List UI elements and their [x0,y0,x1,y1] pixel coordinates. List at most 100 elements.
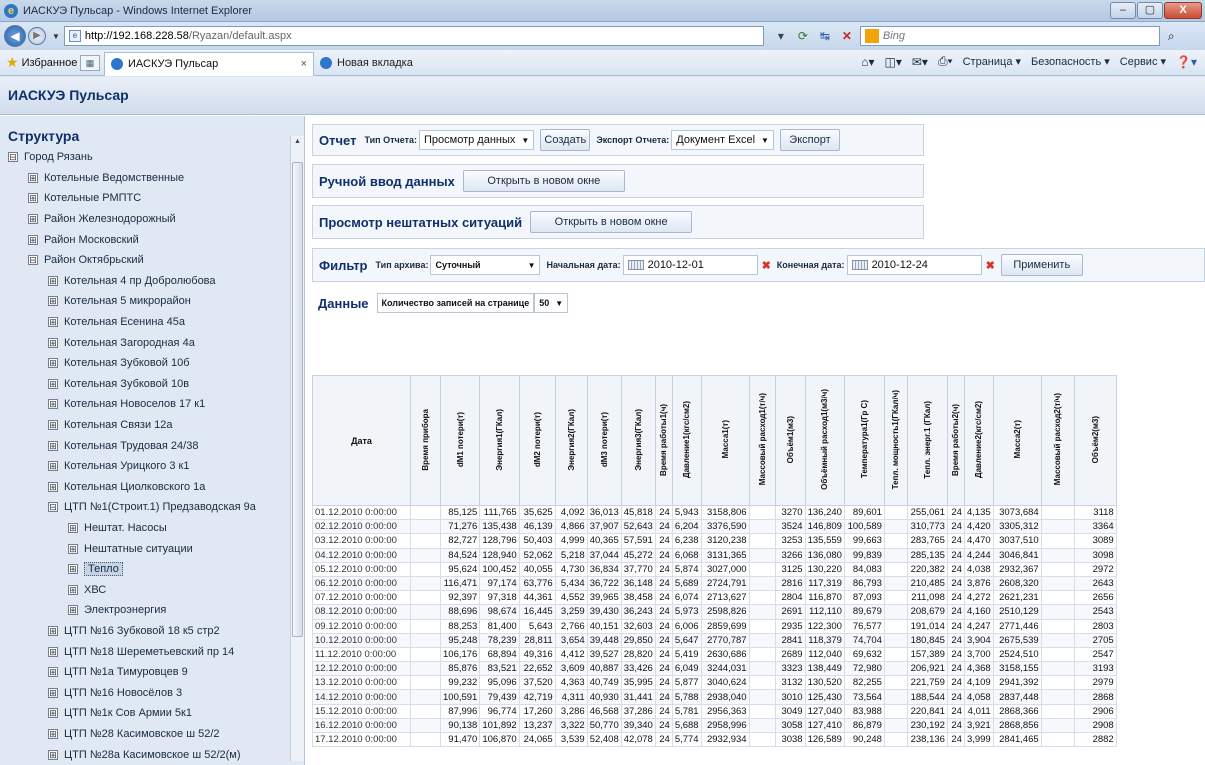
tree-item[interactable]: ⊟ Район Октябрьский [0,250,304,271]
per-page-select[interactable]: 50 ▼ [534,293,569,313]
back-button[interactable]: ◀ [4,25,26,47]
tree-item[interactable]: ⊞ Нештатные ситуации [0,538,304,559]
tree-item[interactable]: ⊞ ЦТП №18 Шереметьевский пр 14 [0,641,304,662]
column-header[interactable]: dM3 потери(т) [586,375,622,506]
tree-item[interactable]: ⊞ Район Московский [0,229,304,250]
tree-item[interactable]: ⊞ Котельная Зубковой 10в [0,374,304,395]
expand-icon[interactable]: ⊞ [48,296,58,307]
tree-item[interactable]: ⊞ ЦТП №16 Зубковой 18 к5 стр2 [0,621,304,642]
apply-button[interactable]: Применить [1000,254,1083,276]
tab-pulsar[interactable]: ИАСКУЭ Пульсар × [104,51,314,76]
favorites-button[interactable]: ★ Избранное [0,54,80,71]
expand-icon[interactable]: ⊞ [28,193,38,204]
column-header[interactable]: Энергия3(ГКал) [620,375,656,506]
maximize-button[interactable]: ▢ [1137,2,1163,19]
expand-icon[interactable]: ⊞ [48,481,58,492]
column-header[interactable]: Давление1(кгс/см2) [671,375,702,506]
emergency-open-button[interactable]: Открыть в новом окне [530,211,693,233]
expand-icon[interactable]: ⊞ [48,461,58,472]
expand-icon[interactable]: ⊞ [48,749,58,760]
page-menu[interactable]: Страница ▾ [963,55,1021,68]
tree-item[interactable]: ⊞ ХВС [0,579,304,600]
expand-icon[interactable]: ⊞ [68,543,78,554]
expand-icon[interactable]: ⊞ [48,337,58,348]
table-row[interactable]: 16.12.2010 0:00:00 90,138 101,892 13,237 3,3… [312,717,1117,734]
home-icon[interactable]: ⌂▾ [861,55,874,69]
search-icon[interactable]: ⌕ [1168,29,1175,44]
table-row[interactable]: 04.12.2010 0:00:00 84,524 128,940 52,062 5,2… [312,547,1117,563]
table-row[interactable]: 09.12.2010 0:00:00 88,253 81,400 5,643 2,766… [312,618,1117,634]
tree-item[interactable]: ⊞ ЦТП №1к Сов Армии 5к1 [0,703,304,724]
tree-item[interactable]: ⊞ Котельная Загородная 4а [0,332,304,353]
column-header[interactable]: Объёмный расход1(м3/ч) [804,375,845,506]
compat-view-icon[interactable]: ▾ [772,27,790,45]
calendar-icon[interactable] [851,260,868,270]
expand-icon[interactable]: ⊞ [68,522,78,533]
table-row[interactable]: 05.12.2010 0:00:00 95,624 100,452 40,055 4,7… [312,561,1117,577]
expand-icon[interactable]: ⊞ [48,275,58,286]
calendar-icon[interactable] [627,260,644,270]
end-date-input[interactable]: 2010-12-24 [846,255,982,275]
tree-item[interactable]: ⊞ Котельная Есенина 45а [0,312,304,333]
column-header[interactable]: dM2 потери(т) [518,375,556,506]
column-header[interactable]: Тепл. мощность1(ГКал/ч) [883,375,908,506]
history-dropdown-icon[interactable]: ▼ [52,32,60,41]
column-header[interactable]: Время работы2(ч) [946,375,965,506]
mail-icon[interactable]: ✉▾ [912,55,928,69]
tree-item[interactable]: ⊞ ЦТП №28 Касимовское ш 52/2 [0,724,304,745]
table-row[interactable]: 02.12.2010 0:00:00 71,276 135,438 46,139 4,8… [312,519,1117,535]
tree-item[interactable]: ⊟ Город Рязань [0,147,304,168]
expand-icon[interactable]: ⊞ [28,172,38,183]
tree-item[interactable]: ⊞ Котельная Зубковой 10б [0,353,304,374]
column-header[interactable]: Энергия2(ГКал) [554,375,588,506]
expand-icon[interactable]: ⊞ [48,667,58,678]
report-type-select[interactable]: Просмотр данных ▼ [419,130,535,150]
security-menu[interactable]: Безопасность ▾ [1031,55,1110,68]
expand-icon[interactable]: ⊞ [68,584,78,595]
table-row[interactable]: 06.12.2010 0:00:00 116,471 97,174 63,776 5,4… [312,575,1117,592]
table-row[interactable]: 01.12.2010 0:00:00 85,125 111,765 35,625 4,0… [312,504,1117,521]
help-icon[interactable]: ❓▾ [1176,55,1197,69]
sidebar-scrollbar[interactable]: ▲ [290,136,304,761]
archive-type-select[interactable]: Суточный ▼ [430,255,541,275]
export-format-select[interactable]: Документ Excel ▼ [671,130,774,150]
column-header[interactable]: Тепл. энерг.1 (ГКал) [906,375,948,506]
tree-item[interactable]: ⊞ Электроэнергия [0,600,304,621]
column-header[interactable]: Время работы1(ч) [654,375,673,506]
clear-start-date-icon[interactable]: ✖ [762,259,771,272]
tree-item[interactable]: ⊞ Котельные РМПТС [0,188,304,209]
expand-icon[interactable]: ⊞ [48,625,58,636]
expand-icon[interactable]: ⊞ [68,605,78,616]
table-row[interactable]: 10.12.2010 0:00:00 95,248 78,239 28,811 3,65… [312,632,1117,648]
export-button[interactable]: Экспорт [779,129,840,151]
tab-new[interactable]: Новая вкладка [314,51,474,75]
column-header[interactable]: Энергия1(ГКал) [479,375,520,506]
forward-button[interactable]: ▶ [28,27,46,45]
column-header[interactable]: dM1 потери(т) [439,375,481,506]
column-header[interactable]: Масса1(т) [700,375,750,506]
expand-icon[interactable]: ⊞ [48,358,58,369]
close-window-button[interactable]: X [1164,2,1202,19]
expand-icon[interactable]: ⊞ [48,378,58,389]
tree-item[interactable]: ⊞ Тепло [0,559,304,580]
expand-icon[interactable]: ⊞ [28,234,38,245]
table-row[interactable]: 03.12.2010 0:00:00 82,727 128,796 50,403 4,9… [312,533,1117,549]
tree-item[interactable]: ⊞ Котельная Новоселов 17 к1 [0,394,304,415]
refresh-icon[interactable]: ⟳ [794,27,812,45]
column-header[interactable]: Массовый расход2(т/ч) [1040,375,1075,506]
print-icon[interactable]: ⎙▾ [938,54,953,69]
expand-icon[interactable]: ⊞ [48,317,58,328]
tree-item[interactable]: ⊞ ЦТП №1а Тимуровцев 9 [0,662,304,683]
collapse-icon[interactable]: ⊟ [48,502,58,513]
start-date-input[interactable]: 2010-12-01 [622,255,758,275]
create-button[interactable]: Создать [540,129,591,151]
expand-icon[interactable]: ⊞ [48,420,58,431]
expand-icon[interactable]: ⊞ [28,214,38,225]
table-row[interactable]: 15.12.2010 0:00:00 87,996 96,774 17,260 3,28… [312,703,1117,719]
tree-item[interactable]: ⊞ Котельная 5 микрорайон [0,291,304,312]
column-header[interactable]: Дата [312,375,411,506]
column-header[interactable]: Время прибора [410,375,441,506]
column-header[interactable]: Масса2(т) [992,375,1042,506]
expand-icon[interactable]: ⊞ [48,646,58,657]
tree-item[interactable]: ⊟ ЦТП №1(Строит.1) Предзаводская 9а [0,497,304,518]
